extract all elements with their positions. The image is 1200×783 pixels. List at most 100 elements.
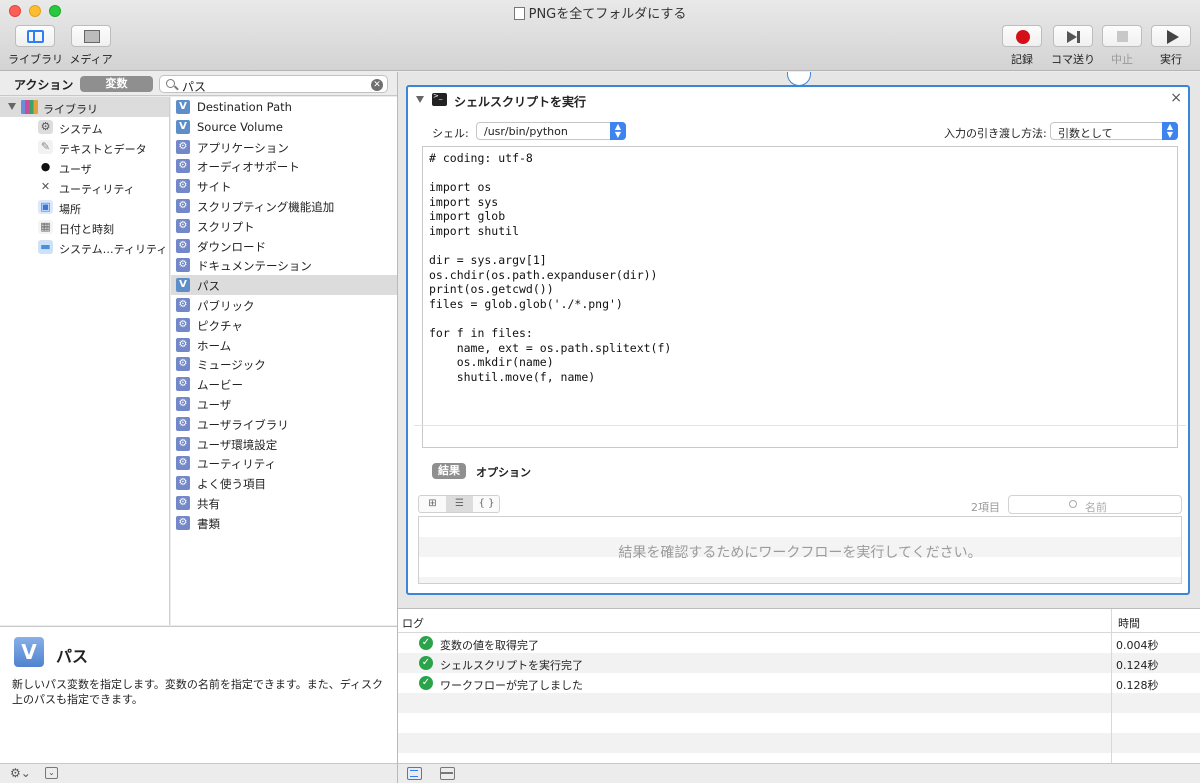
library-search-field[interactable]: パス ✕	[159, 75, 388, 95]
library-toggle-button[interactable]: ライブラリ	[8, 25, 63, 67]
category-item[interactable]: ⚙ システム	[0, 117, 169, 137]
variable-icon: V	[176, 119, 190, 134]
category-item[interactable]: ✎ テキストとデータ	[0, 137, 169, 157]
action-item[interactable]: ⚙ オーディオサポート	[171, 156, 397, 176]
log-list-view-icon[interactable]	[407, 767, 422, 780]
action-item[interactable]: ⚙ アプリケーション	[171, 137, 397, 157]
action-item[interactable]: ⚙ 書類	[171, 513, 397, 533]
action-item[interactable]: ⚙ ミュージック	[171, 354, 397, 374]
action-item[interactable]: ⚙ スクリプティング機能追加	[171, 196, 397, 216]
variable-icon: V	[14, 637, 44, 667]
action-label: スクリプティング機能追加	[197, 199, 335, 214]
tab-options[interactable]: オプション	[476, 464, 531, 480]
action-item[interactable]: V Destination Path	[171, 97, 397, 117]
action-item[interactable]: ⚙ ユーザ	[171, 394, 397, 414]
log-bottom-bar	[398, 763, 1200, 783]
action-label: ピクチャ	[197, 318, 243, 333]
run-button[interactable]: 実行	[1150, 25, 1192, 67]
shell-select[interactable]: /usr/bin/python ▲ ▼	[476, 122, 626, 140]
category-label: テキストとデータ	[59, 143, 147, 156]
category-item[interactable]: ✕ ユーティリティ	[0, 177, 169, 197]
log-message: ワークフローが完了しました	[440, 679, 583, 692]
action-item[interactable]: ⚙ ムービー	[171, 374, 397, 394]
action-item[interactable]: ⚙ ユーザ環境設定	[171, 434, 397, 454]
log-column-header[interactable]: ログ	[402, 615, 424, 631]
action-item[interactable]: ⚙ スクリプト	[171, 216, 397, 236]
script-editor[interactable]: # coding: utf-8 import os import sys imp…	[422, 146, 1178, 448]
run-shell-script-action[interactable]: シェルスクリプトを実行 × シェル: /usr/bin/python ▲▼ 入力…	[406, 85, 1190, 595]
category-item[interactable]: ● ユーザ	[0, 157, 169, 177]
collapse-triangle-icon[interactable]	[416, 96, 424, 103]
action-item[interactable]: V Source Volume	[171, 117, 397, 137]
date-time-icon: ▦	[38, 220, 53, 234]
action-item[interactable]: ⚙ よく使う項目	[171, 473, 397, 493]
input-method-select[interactable]: 引数として ▲ ▼	[1050, 122, 1178, 140]
action-item[interactable]: ⚙ ドキュメンテーション	[171, 255, 397, 275]
gear-menu-icon[interactable]: ⚙︎⌄	[10, 766, 31, 780]
input-method-value: 引数として	[1058, 127, 1113, 140]
step-button[interactable]: コマ送り	[1050, 25, 1096, 67]
action-item[interactable]: ⚙ 共有	[171, 493, 397, 513]
icon-view-icon[interactable]: ⊞	[419, 496, 446, 512]
gear-icon: ⚙	[176, 416, 190, 431]
disclosure-triangle-icon[interactable]	[8, 103, 16, 110]
view-mode-control[interactable]: ⊞ ☰ { }	[418, 495, 500, 513]
library-root-item[interactable]: ライブラリ	[0, 97, 169, 117]
close-action-icon[interactable]: ×	[1170, 90, 1182, 106]
record-icon	[1016, 30, 1030, 44]
gear-icon: ⚙	[176, 476, 190, 491]
run-label: 実行	[1160, 53, 1182, 66]
action-label: ホーム	[197, 338, 232, 353]
action-item[interactable]: V パス	[171, 275, 397, 295]
stop-button[interactable]: 中止	[1101, 25, 1143, 67]
category-item[interactable]: ▦ 日付と時刻	[0, 217, 169, 237]
action-item[interactable]: ⚙ サイト	[171, 176, 397, 196]
category-item[interactable]: ▬ システム…ティリティ	[0, 237, 169, 257]
step-label: コマ送り	[1051, 53, 1095, 66]
split-view-icon[interactable]	[440, 767, 455, 780]
tab-variables[interactable]: 変数	[80, 76, 153, 92]
library-icon	[27, 30, 44, 43]
checkmark-icon: ✓	[419, 656, 433, 670]
action-item[interactable]: ⚙ ユーティリティ	[171, 453, 397, 473]
log-row[interactable]: ✓ 変数の値を取得完了 0.004秒	[398, 633, 1200, 653]
action-item[interactable]: ⚙ ピクチャ	[171, 315, 397, 335]
resize-divider[interactable]	[414, 425, 1186, 426]
description-toggle-icon[interactable]: ⌄	[45, 767, 58, 779]
action-list: V Destination Path V Source Volume ⚙ アプリケーション…	[171, 97, 397, 625]
item-count: 2項目	[971, 501, 1000, 514]
category-item[interactable]: ▣ 場所	[0, 197, 169, 217]
action-item[interactable]: ⚙ ホーム	[171, 335, 397, 355]
clear-search-icon[interactable]: ✕	[371, 79, 383, 91]
search-input[interactable]: パス	[182, 78, 206, 95]
log-row[interactable]: ✓ シェルスクリプトを実行完了 0.124秒	[398, 653, 1200, 673]
action-item[interactable]: ⚙ ユーザライブラリ	[171, 414, 397, 434]
tab-results[interactable]: 結果	[432, 463, 466, 479]
category-label: ユーティリティ	[59, 183, 135, 196]
list-view-icon[interactable]: ☰	[446, 496, 473, 512]
action-item[interactable]: ⚙ ダウンロード	[171, 236, 397, 256]
time-column-header[interactable]: 時間	[1118, 615, 1140, 631]
gear-icon: ⚙	[176, 396, 190, 411]
action-label: ユーザライブラリ	[197, 417, 289, 432]
variable-icon: V	[176, 100, 190, 114]
window-title-text: PNGを全てフォルダにする	[528, 7, 687, 22]
category-label: 場所	[59, 203, 81, 216]
action-label: アプリケーション	[197, 140, 289, 155]
media-button[interactable]: メディア	[66, 25, 116, 67]
results-message: 結果を確認するためにワークフローを実行してください。	[618, 545, 982, 561]
gear-icon: ⚙	[176, 456, 190, 471]
action-item[interactable]: ⚙ パブリック	[171, 295, 397, 315]
tab-actions[interactable]: アクション	[14, 76, 73, 93]
results-filter-field[interactable]: 名前	[1008, 495, 1182, 514]
column-divider[interactable]	[1111, 609, 1112, 764]
json-view-icon[interactable]: { }	[473, 496, 500, 512]
filter-placeholder: 名前	[1085, 501, 1107, 514]
log-message: 変数の値を取得完了	[440, 639, 539, 652]
gear-icon: ⚙	[176, 159, 190, 174]
log-row[interactable]: ✓ ワークフローが完了しました 0.128秒	[398, 673, 1200, 693]
library-toggle-label: ライブラリ	[8, 53, 63, 66]
action-label: 書類	[197, 516, 220, 531]
action-label: Destination Path	[197, 100, 292, 114]
record-button[interactable]: 記録	[1001, 25, 1043, 67]
